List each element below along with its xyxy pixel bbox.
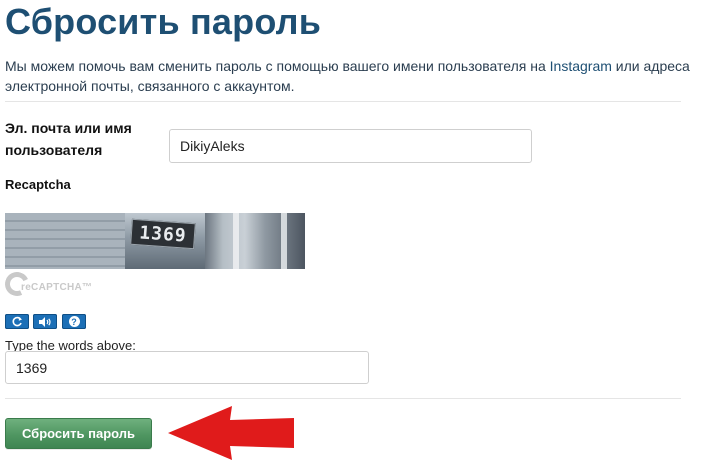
description-text-1: Мы можем помочь вам сменить пароль с пом…	[5, 58, 550, 74]
captcha-image-siding	[5, 213, 125, 269]
description-brand: Instagram	[549, 58, 612, 74]
page-title: Сбросить пароль	[5, 1, 322, 42]
captcha-help-button[interactable]: ?	[62, 314, 86, 329]
captcha-answer-value: 1369	[16, 359, 48, 376]
recaptcha-label: Recaptcha	[5, 177, 71, 192]
refresh-icon	[12, 316, 22, 326]
reset-password-button[interactable]: Сбросить пароль	[5, 418, 152, 449]
captcha-answer-input[interactable]: 1369	[5, 351, 369, 384]
help-icon: ?	[68, 316, 80, 327]
username-value: DikiyAleks	[180, 138, 245, 154]
username-input[interactable]: DikiyAleks	[169, 129, 532, 163]
captcha-image-number: 1369	[130, 218, 196, 250]
recaptcha-logo: reCAPTCHA™	[1, 268, 95, 306]
captcha-refresh-button[interactable]	[5, 314, 29, 329]
recaptcha-logo-text: reCAPTCHA™	[21, 282, 93, 293]
captcha-image-door	[205, 213, 305, 269]
speaker-icon	[39, 316, 51, 327]
divider-bottom	[5, 398, 681, 399]
captcha-image-post	[281, 213, 287, 269]
username-label: Эл. почта или имя пользователя	[5, 120, 132, 158]
captcha-audio-button[interactable]	[33, 314, 57, 329]
page-description: Мы можем помочь вам сменить пароль с пом…	[5, 56, 695, 96]
divider-top	[5, 101, 681, 102]
captcha-image: 1369	[5, 213, 305, 269]
captcha-image-post	[233, 213, 239, 269]
annotation-arrow-icon	[168, 406, 294, 460]
